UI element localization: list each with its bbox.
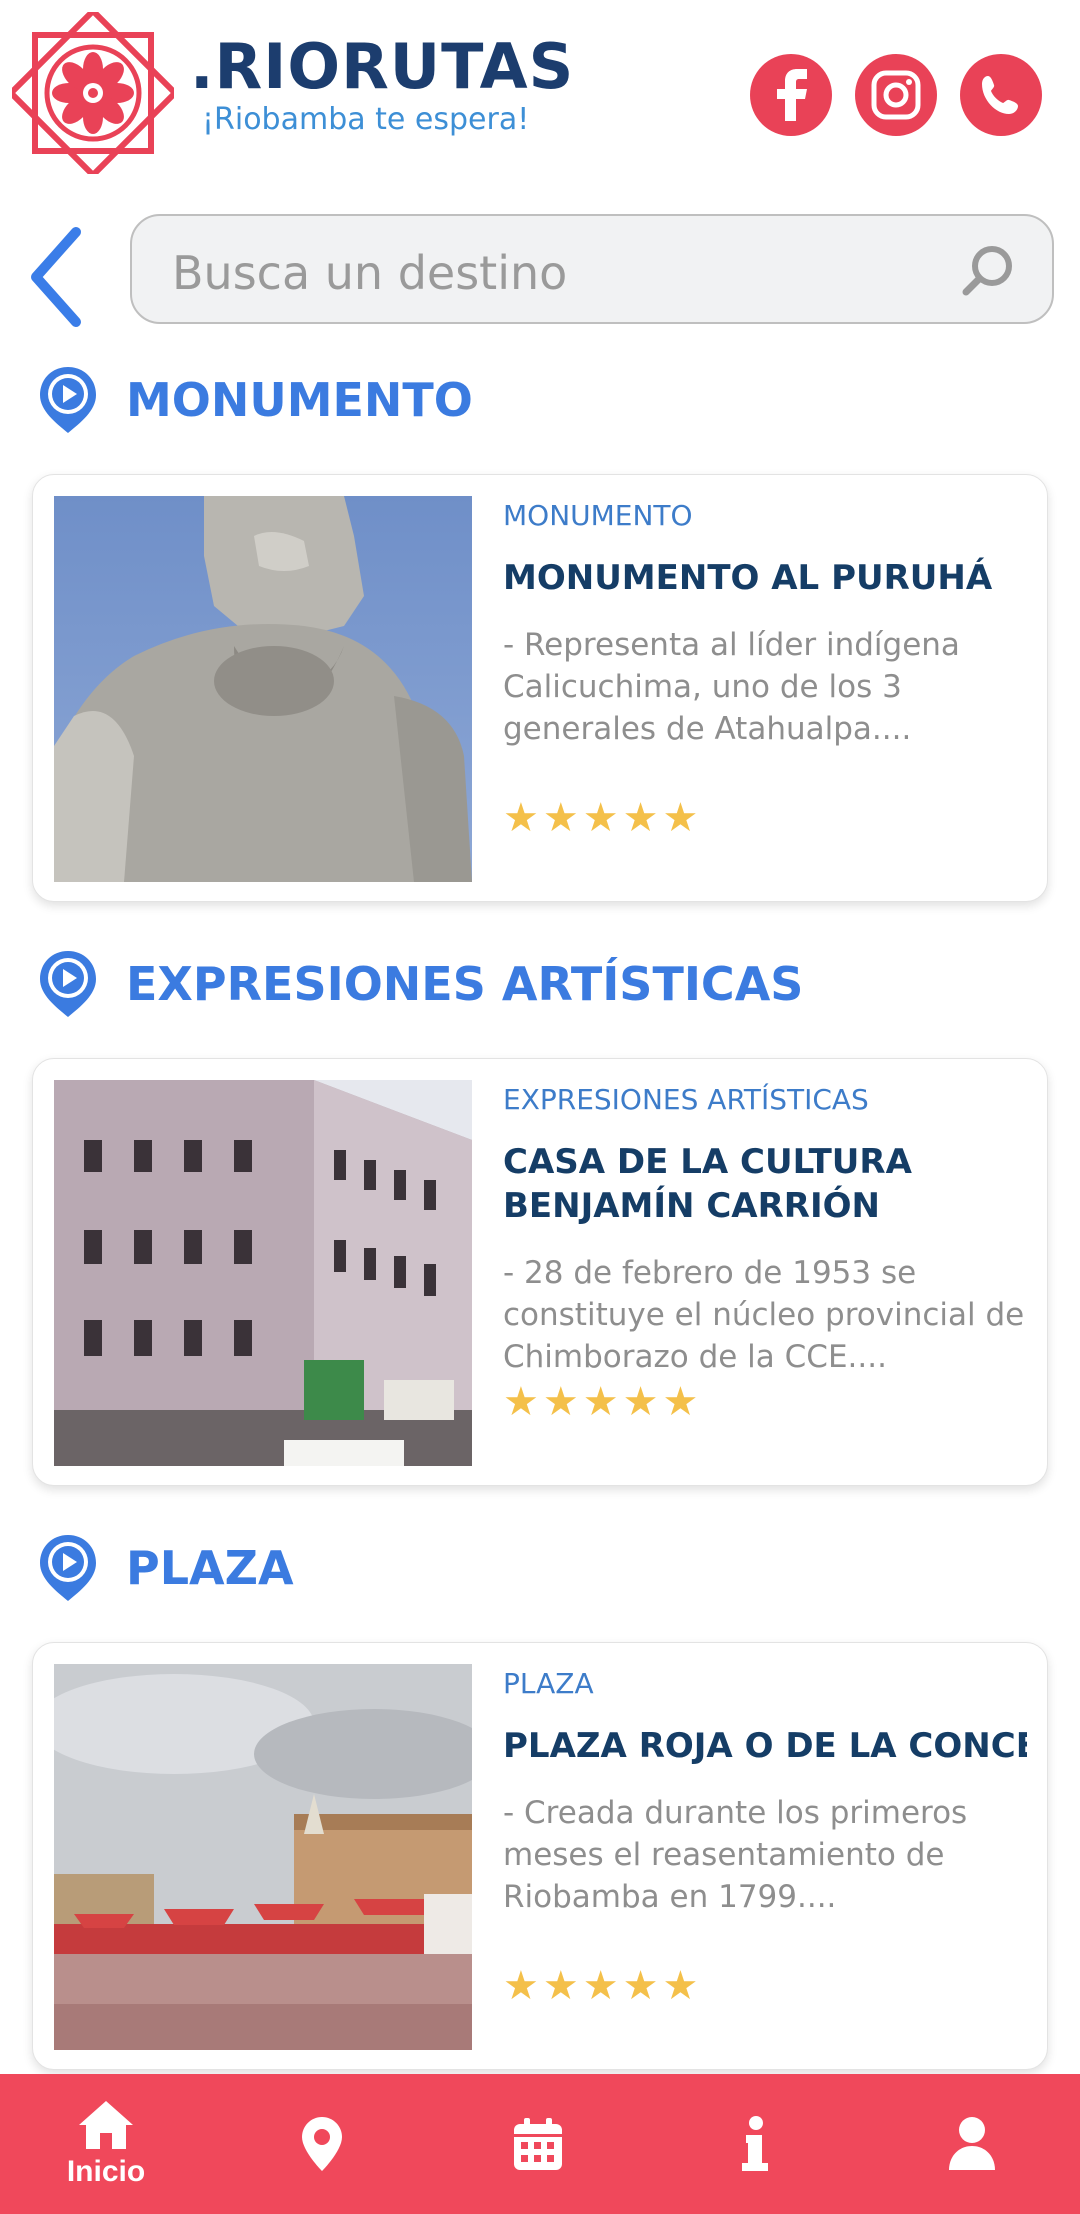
star-icon: ★ xyxy=(542,796,583,840)
location-play-icon xyxy=(40,1535,96,1601)
star-icon: ★ xyxy=(542,1380,583,1424)
bottom-nav: Inicio xyxy=(0,2074,1080,2214)
place-card[interactable]: PLAZA PLAZA ROJA O DE LA CONCEPCIÓN - Cr… xyxy=(32,1642,1048,2070)
star-icon: ★ xyxy=(622,796,663,840)
place-image-building xyxy=(54,1080,472,1466)
nav-calendar[interactable] xyxy=(478,2074,598,2214)
search-bar[interactable]: Busca un destino xyxy=(130,214,1054,324)
nav-profile[interactable] xyxy=(912,2074,1032,2214)
star-icon: ★ xyxy=(542,1964,583,2008)
star-icon: ★ xyxy=(503,796,543,840)
section-header-plaza: PLAZA xyxy=(36,1528,294,1608)
star-icon: ★ xyxy=(662,1380,703,1424)
place-category: PLAZA xyxy=(503,1667,594,1700)
place-name[interactable]: CASA DE LA CULTURA BENJAMÍN CARRIÓN NÚCL… xyxy=(503,1140,1027,1228)
location-play-icon xyxy=(40,367,96,433)
star-icon: ★ xyxy=(662,796,703,840)
place-description: - Creada durante los primeros meses el r… xyxy=(503,1795,968,1915)
brand-name: .RIORUTAS xyxy=(190,30,575,103)
app-header: .RIORUTAS ¡Riobamba te espera! xyxy=(0,0,1080,190)
place-description: - 28 de febrero de 1953 se constituye el… xyxy=(503,1255,1025,1375)
calendar-icon xyxy=(514,2118,562,2170)
section-header-monumento: MONUMENTO xyxy=(36,360,473,440)
star-icon: ★ xyxy=(582,1380,623,1424)
whatsapp-icon xyxy=(982,76,1018,114)
rating-stars: ★★★★★ xyxy=(503,1963,702,2009)
facebook-icon xyxy=(777,69,807,121)
location-pin-icon xyxy=(302,2117,342,2171)
place-name[interactable]: PLAZA ROJA O DE LA CONCEPCIÓN xyxy=(503,1724,1027,1768)
nav-home[interactable]: Inicio xyxy=(46,2074,166,2214)
place-card-body: EXPRESIONES ARTÍSTICAS CASA DE LA CULTUR… xyxy=(503,1083,1027,1378)
rating-stars: ★★★★★ xyxy=(503,1379,702,1425)
place-image-plaza xyxy=(54,1664,472,2050)
back-button[interactable] xyxy=(24,222,94,332)
rating-stars: ★★★★★ xyxy=(503,795,702,841)
star-icon: ★ xyxy=(503,1380,543,1424)
place-category: EXPRESIONES ARTÍSTICAS xyxy=(503,1083,869,1116)
star-icon: ★ xyxy=(622,1964,663,2008)
facebook-button[interactable] xyxy=(750,54,832,136)
place-card[interactable]: EXPRESIONES ARTÍSTICAS CASA DE LA CULTUR… xyxy=(32,1058,1048,1486)
brand-tagline: ¡Riobamba te espera! xyxy=(202,102,530,137)
place-card[interactable]: MONUMENTO MONUMENTO AL PURUHÁ - Represen… xyxy=(32,474,1048,902)
section-header-expresiones: EXPRESIONES ARTÍSTICAS xyxy=(36,944,803,1024)
instagram-button[interactable] xyxy=(855,54,937,136)
place-card-body: PLAZA PLAZA ROJA O DE LA CONCEPCIÓN - Cr… xyxy=(503,1667,1027,1918)
star-icon: ★ xyxy=(622,1380,663,1424)
instagram-icon xyxy=(871,70,921,120)
nav-home-label: Inicio xyxy=(66,2155,146,2188)
nav-info[interactable] xyxy=(696,2074,816,2214)
chevron-left-icon xyxy=(31,227,81,327)
star-icon: ★ xyxy=(582,796,623,840)
whatsapp-button[interactable] xyxy=(960,54,1042,136)
nav-map[interactable] xyxy=(262,2074,382,2214)
user-icon xyxy=(949,2117,995,2170)
place-image-statue xyxy=(54,496,472,882)
place-card-body: MONUMENTO MONUMENTO AL PURUHÁ - Represen… xyxy=(503,499,1027,750)
section-title: MONUMENTO xyxy=(126,373,473,427)
home-icon xyxy=(79,2101,133,2149)
star-icon: ★ xyxy=(503,1964,543,2008)
info-icon xyxy=(742,2116,768,2171)
star-icon: ★ xyxy=(582,1964,623,2008)
location-play-icon xyxy=(40,951,96,1017)
section-title: EXPRESIONES ARTÍSTICAS xyxy=(126,957,804,1011)
section-title: PLAZA xyxy=(126,1541,294,1595)
place-category: MONUMENTO xyxy=(503,499,693,532)
brand: .RIORUTAS ¡Riobamba te espera! xyxy=(190,30,575,138)
riorutas-logo[interactable] xyxy=(6,6,180,180)
place-description: - Representa al líder indígena Calicuchi… xyxy=(503,627,960,747)
star-icon: ★ xyxy=(662,1964,703,2008)
search-icon[interactable] xyxy=(960,242,1018,300)
search-input[interactable]: Busca un destino xyxy=(172,246,567,300)
place-name[interactable]: MONUMENTO AL PURUHÁ xyxy=(503,556,1027,600)
